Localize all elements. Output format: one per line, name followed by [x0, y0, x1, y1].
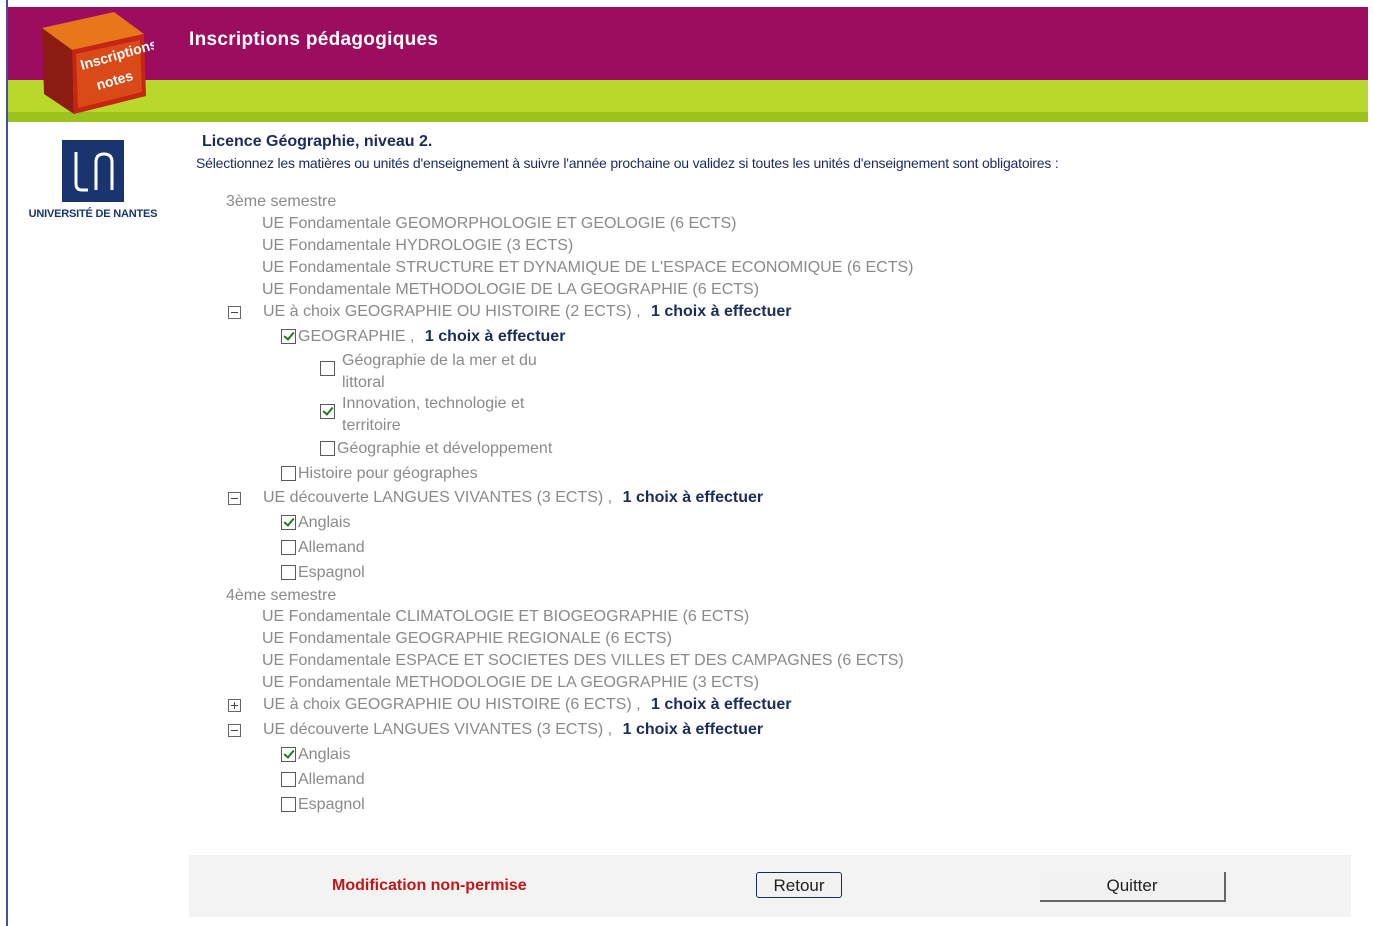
instructions-text: Sélectionnez les matières ou unités d'en…: [196, 155, 1059, 171]
choice-requirement: 1 choix à effectuer: [424, 328, 566, 345]
checkbox-geo-developpement[interactable]: [320, 441, 335, 456]
option-label: Allemand: [298, 539, 365, 556]
option-anglais[interactable]: Anglais: [281, 745, 350, 765]
choice-requirement: 1 choix à effectuer: [651, 303, 792, 320]
ue-languages-group: UE découverte LANGUES VIVANTES (3 ECTS) …: [263, 720, 763, 740]
semester-4-label: 4ème semestre: [226, 587, 337, 604]
expand-icon[interactable]: [228, 699, 241, 712]
choice-requirement: 1 choix à effectuer: [651, 696, 792, 713]
option-allemand[interactable]: Allemand: [281, 770, 365, 790]
ue-choice-label: UE découverte LANGUES VIVANTES (3 ECTS) …: [263, 489, 613, 506]
ue-item: UE Fondamentale METHODOLOGIE DE LA GEOGR…: [262, 281, 760, 298]
university-mark-icon: [62, 140, 124, 202]
retour-button[interactable]: Retour: [756, 872, 842, 898]
option-label: Géographie et développement: [337, 440, 553, 457]
option-label: Géographie de la mer et du littoral: [342, 352, 537, 391]
option-geo-developpement[interactable]: Géographie et développement: [320, 439, 552, 459]
ue-item: UE Fondamentale METHODOLOGIE DE LA GEOGR…: [262, 674, 760, 691]
checkbox-anglais[interactable]: [281, 747, 296, 762]
quitter-button[interactable]: Quitter: [1040, 872, 1226, 902]
option-label: Innovation, technologie et territoire: [342, 395, 525, 434]
collapse-icon[interactable]: [228, 492, 241, 505]
university-logo: UNIVERSITÉ DE NANTES: [18, 140, 168, 220]
option-histoire[interactable]: Histoire pour géographes: [281, 464, 478, 484]
option-label: Allemand: [298, 771, 365, 788]
checkbox-allemand[interactable]: [281, 772, 296, 787]
ue-languages-group: UE découverte LANGUES VIVANTES (3 ECTS) …: [263, 488, 763, 508]
option-espagnol[interactable]: Espagnol: [281, 795, 365, 815]
university-name: UNIVERSITÉ DE NANTES: [28, 208, 158, 220]
collapse-icon[interactable]: [228, 306, 241, 319]
app-logo: Inscriptions notes: [36, 8, 159, 118]
checkbox-espagnol[interactable]: [281, 565, 296, 580]
left-border: [6, 0, 8, 926]
option-label: Anglais: [298, 514, 351, 531]
option-geographie[interactable]: GEOGRAPHIE , 1 choix à effectuer: [281, 327, 565, 347]
option-label: Espagnol: [298, 564, 365, 581]
option-anglais[interactable]: Anglais: [281, 513, 350, 533]
option-allemand[interactable]: Allemand: [281, 538, 365, 558]
checkbox-geographie[interactable]: [281, 329, 296, 344]
checkbox-histoire[interactable]: [281, 466, 296, 481]
collapse-icon[interactable]: [228, 724, 241, 737]
option-innovation[interactable]: Innovation, technologie et territoire: [320, 393, 582, 437]
ue-item: UE Fondamentale STRUCTURE ET DYNAMIQUE D…: [262, 259, 914, 276]
ue-choice-group: UE à choix GEOGRAPHIE OU HISTOIRE (2 ECT…: [263, 302, 792, 322]
checkbox-anglais[interactable]: [281, 515, 296, 530]
ue-choice-label: UE à choix GEOGRAPHIE OU HISTOIRE (6 ECT…: [263, 696, 641, 713]
option-espagnol[interactable]: Espagnol: [281, 563, 365, 583]
checkbox-innovation[interactable]: [320, 404, 335, 419]
choice-requirement: 1 choix à effectuer: [622, 721, 764, 738]
ue-item: UE Fondamentale HYDROLOGIE (3 ECTS): [262, 237, 574, 254]
ue-item: UE Fondamentale GEOMORPHOLOGIE ET GEOLOG…: [262, 215, 737, 232]
page-title: Licence Géographie, niveau 2.: [202, 133, 433, 150]
checkbox-espagnol[interactable]: [281, 797, 296, 812]
ue-choice-label: UE découverte LANGUES VIVANTES (3 ECTS) …: [263, 721, 613, 738]
option-label: GEOGRAPHIE ,: [298, 328, 415, 345]
checkbox-geo-mer[interactable]: [320, 361, 335, 376]
option-label: Histoire pour géographes: [298, 465, 478, 482]
ue-item: UE Fondamentale GEOGRAPHIE REGIONALE (6 …: [262, 630, 672, 647]
ue-choice-group: UE à choix GEOGRAPHIE OU HISTOIRE (6 ECT…: [263, 695, 792, 715]
semester-3-label: 3ème semestre: [226, 193, 337, 210]
option-label: Espagnol: [298, 796, 365, 813]
choice-requirement: 1 choix à effectuer: [622, 489, 764, 506]
header-green-line: [8, 112, 1368, 122]
page-header-title: Inscriptions pédagogiques: [189, 29, 439, 50]
header-green-band: [8, 80, 1368, 112]
ue-choice-label: UE à choix GEOGRAPHIE OU HISTOIRE (2 ECT…: [263, 303, 641, 320]
option-label: Anglais: [298, 746, 351, 763]
ue-item: UE Fondamentale ESPACE ET SOCIETES DES V…: [262, 652, 904, 669]
checkbox-allemand[interactable]: [281, 540, 296, 555]
warning-message: Modification non-permise: [332, 877, 527, 894]
ue-item: UE Fondamentale CLIMATOLOGIE ET BIOGEOGR…: [262, 608, 750, 625]
option-geo-mer[interactable]: Géographie de la mer et du littoral: [320, 350, 582, 394]
